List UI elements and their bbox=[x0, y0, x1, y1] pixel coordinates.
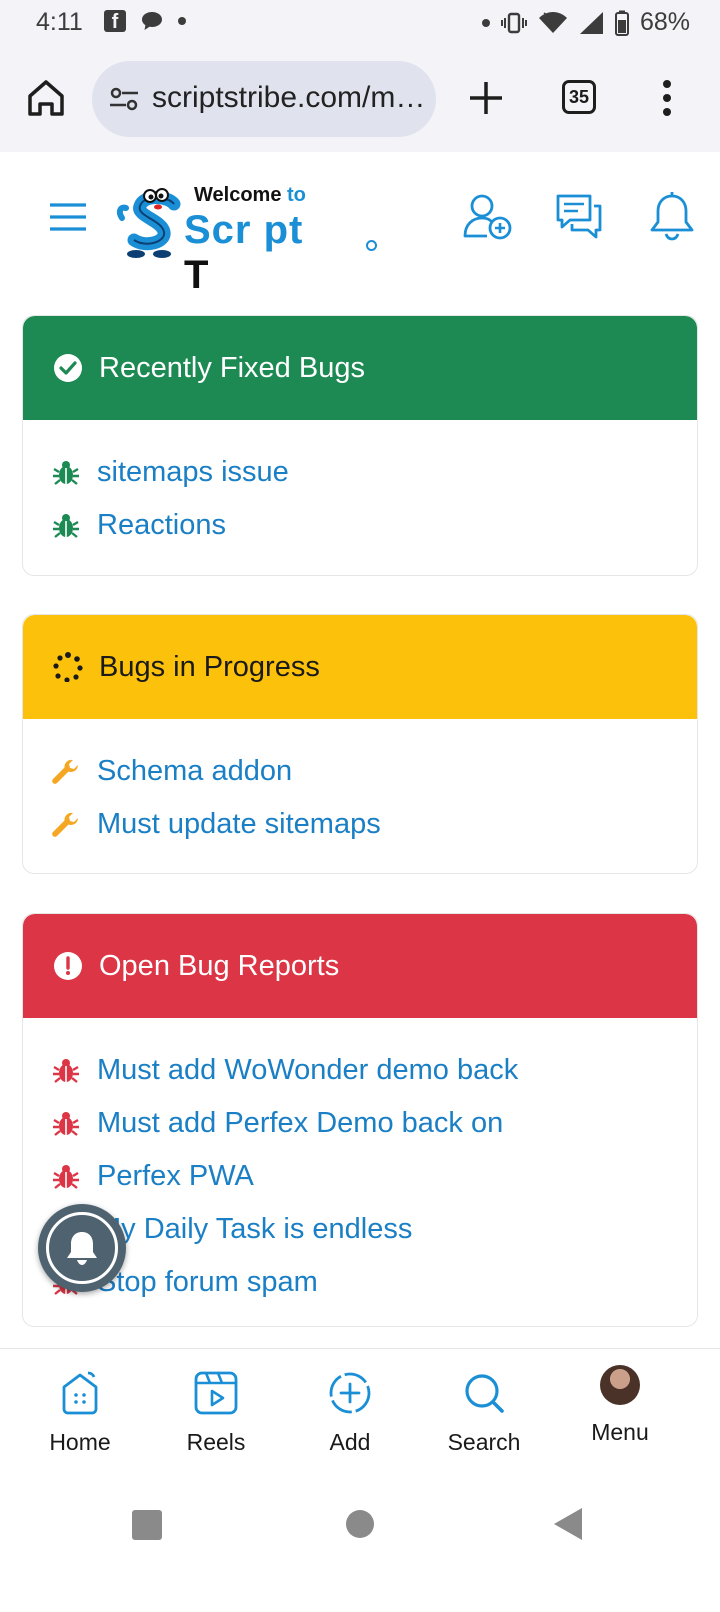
home-icon bbox=[62, 1371, 98, 1415]
battery-percent: 68% bbox=[639, 8, 690, 36]
tab-switcher-button[interactable]: 35 bbox=[562, 80, 596, 114]
list-item: Must add Perfex Demo back on bbox=[51, 1097, 697, 1150]
list-item: Perfex PWA bbox=[51, 1150, 697, 1203]
status-bar: 4:11 f 68% bbox=[0, 0, 720, 48]
bugs-in-progress-card: Bugs in Progress Schema addon Must updat… bbox=[22, 614, 698, 874]
browser-toolbar: scriptstribe.com/m… 35 bbox=[0, 48, 720, 154]
card-title: Open Bug Reports bbox=[99, 949, 340, 982]
bug-link[interactable]: Must add Perfex Demo back on bbox=[97, 1107, 503, 1140]
search-icon bbox=[465, 1374, 504, 1413]
signal-icon bbox=[579, 11, 603, 34]
bug-link[interactable]: Must add WoWonder demo back bbox=[97, 1054, 518, 1087]
notification-bell-icon bbox=[46, 1212, 118, 1284]
card-list: Schema addon Must update sitemaps bbox=[23, 719, 697, 873]
bug-icon bbox=[51, 458, 81, 488]
wifi-icon bbox=[538, 11, 567, 33]
bug-icon bbox=[51, 1162, 81, 1192]
new-tab-icon[interactable] bbox=[466, 78, 506, 118]
nav-label: Reels bbox=[186, 1429, 246, 1455]
more-options-icon[interactable] bbox=[662, 78, 672, 118]
dot-icon bbox=[178, 17, 186, 25]
wrench-icon bbox=[51, 757, 81, 787]
bug-link[interactable]: Schema addon bbox=[97, 755, 292, 788]
back-icon[interactable] bbox=[554, 1508, 582, 1540]
list-item: Schema addon bbox=[51, 745, 697, 798]
nav-reels[interactable]: Reels bbox=[156, 1367, 276, 1456]
recent-apps-icon[interactable] bbox=[132, 1510, 162, 1540]
bug-link[interactable]: Perfex PWA bbox=[97, 1160, 254, 1193]
bottom-navigation: Home Reels Add Search Menu bbox=[0, 1348, 720, 1473]
open-bug-reports-card: Open Bug Reports Must add WoWonder demo … bbox=[22, 913, 698, 1327]
nav-label: Menu bbox=[591, 1419, 649, 1445]
list-item: Must update sitemaps bbox=[51, 798, 697, 851]
spinner-icon bbox=[53, 652, 83, 682]
list-item: sitemaps issue bbox=[51, 446, 697, 499]
system-home-icon[interactable] bbox=[346, 1510, 374, 1538]
messages-icon[interactable] bbox=[552, 190, 604, 242]
nav-menu[interactable]: Menu bbox=[560, 1365, 680, 1446]
card-header: Recently Fixed Bugs bbox=[23, 316, 697, 420]
bug-icon bbox=[51, 1056, 81, 1086]
list-item: Reactions bbox=[51, 499, 697, 552]
nav-search[interactable]: Search bbox=[424, 1367, 544, 1456]
wrench-icon bbox=[51, 810, 81, 840]
logo-welcome-text: Welcome to bbox=[194, 184, 306, 206]
facebook-icon: f bbox=[104, 10, 126, 33]
list-item: Must add WoWonder demo back bbox=[51, 1044, 697, 1097]
check-circle-icon bbox=[53, 353, 83, 383]
site-settings-icon[interactable] bbox=[108, 85, 140, 113]
site-logo[interactable]: Welcome to Scr pt T bbox=[114, 178, 324, 297]
card-header: Open Bug Reports bbox=[23, 914, 697, 1018]
card-header: Bugs in Progress bbox=[23, 615, 697, 719]
card-title: Recently Fixed Bugs bbox=[99, 351, 365, 384]
chat-bubble-icon bbox=[142, 12, 162, 30]
bug-icon bbox=[51, 511, 81, 541]
dot-icon bbox=[481, 18, 490, 27]
nav-label: Add bbox=[329, 1429, 371, 1455]
nav-add[interactable]: Add bbox=[290, 1367, 410, 1456]
status-time: 4:11 bbox=[36, 8, 83, 36]
exclamation-circle-icon bbox=[53, 951, 83, 981]
nav-label: Search bbox=[447, 1429, 521, 1455]
list-item: Stop forum spam bbox=[51, 1256, 697, 1309]
add-friend-icon[interactable] bbox=[462, 190, 514, 242]
site-header: Welcome to Scr pt T bbox=[0, 152, 720, 297]
bug-link[interactable]: sitemaps issue bbox=[97, 456, 289, 489]
card-list: sitemaps issue Reactions bbox=[23, 420, 697, 575]
recently-fixed-bugs-card: Recently Fixed Bugs sitemaps issue React… bbox=[22, 315, 698, 576]
bug-icon bbox=[51, 1109, 81, 1139]
bug-link[interactable]: Must update sitemaps bbox=[97, 808, 381, 841]
notifications-bell-icon[interactable] bbox=[646, 190, 698, 242]
vibrate-icon bbox=[500, 12, 527, 33]
system-icons: 68% bbox=[481, 8, 690, 37]
address-bar[interactable]: scriptstribe.com/m… bbox=[92, 61, 436, 137]
logo-script-text: Scr pt T bbox=[184, 208, 304, 297]
avatar bbox=[600, 1365, 640, 1405]
mascot-icon bbox=[116, 188, 181, 258]
card-title: Bugs in Progress bbox=[99, 650, 320, 683]
system-navigation-bar bbox=[0, 1472, 720, 1612]
list-item: My Daily Task is endless bbox=[51, 1203, 697, 1256]
nav-home[interactable]: Home bbox=[20, 1367, 140, 1456]
card-list: Must add WoWonder demo back Must add Per… bbox=[23, 1018, 697, 1326]
hamburger-menu-icon[interactable] bbox=[48, 202, 88, 232]
push-notification-button[interactable] bbox=[38, 1204, 126, 1292]
bug-link[interactable]: Stop forum spam bbox=[97, 1266, 318, 1299]
battery-icon bbox=[614, 10, 629, 36]
bug-link[interactable]: My Daily Task is endless bbox=[97, 1213, 412, 1246]
notification-icons: f bbox=[104, 10, 186, 33]
decorative-dot bbox=[366, 240, 377, 251]
bug-link[interactable]: Reactions bbox=[97, 509, 226, 542]
reels-icon bbox=[194, 1371, 238, 1415]
url-text: scriptstribe.com/m… bbox=[152, 81, 426, 114]
add-circle-icon bbox=[329, 1372, 371, 1414]
home-icon[interactable] bbox=[24, 76, 68, 120]
nav-label: Home bbox=[49, 1429, 111, 1455]
